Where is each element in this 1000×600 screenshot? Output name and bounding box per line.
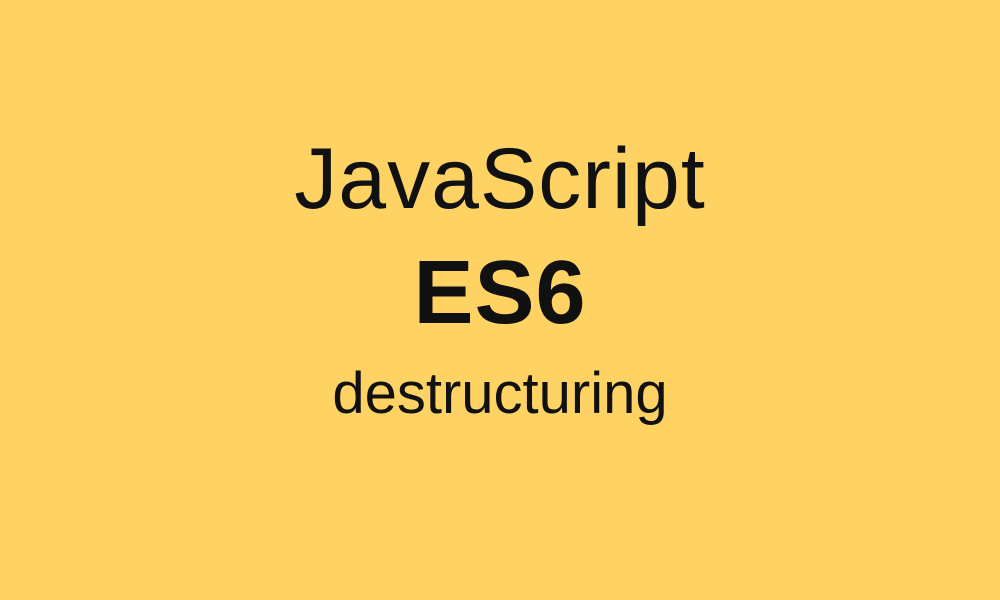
slide-title: JavaScript: [294, 131, 706, 227]
slide-version: ES6: [413, 243, 587, 343]
title-slide: JavaScript ES6 destructuring: [0, 0, 1000, 600]
slide-subtitle: destructuring: [332, 361, 668, 426]
